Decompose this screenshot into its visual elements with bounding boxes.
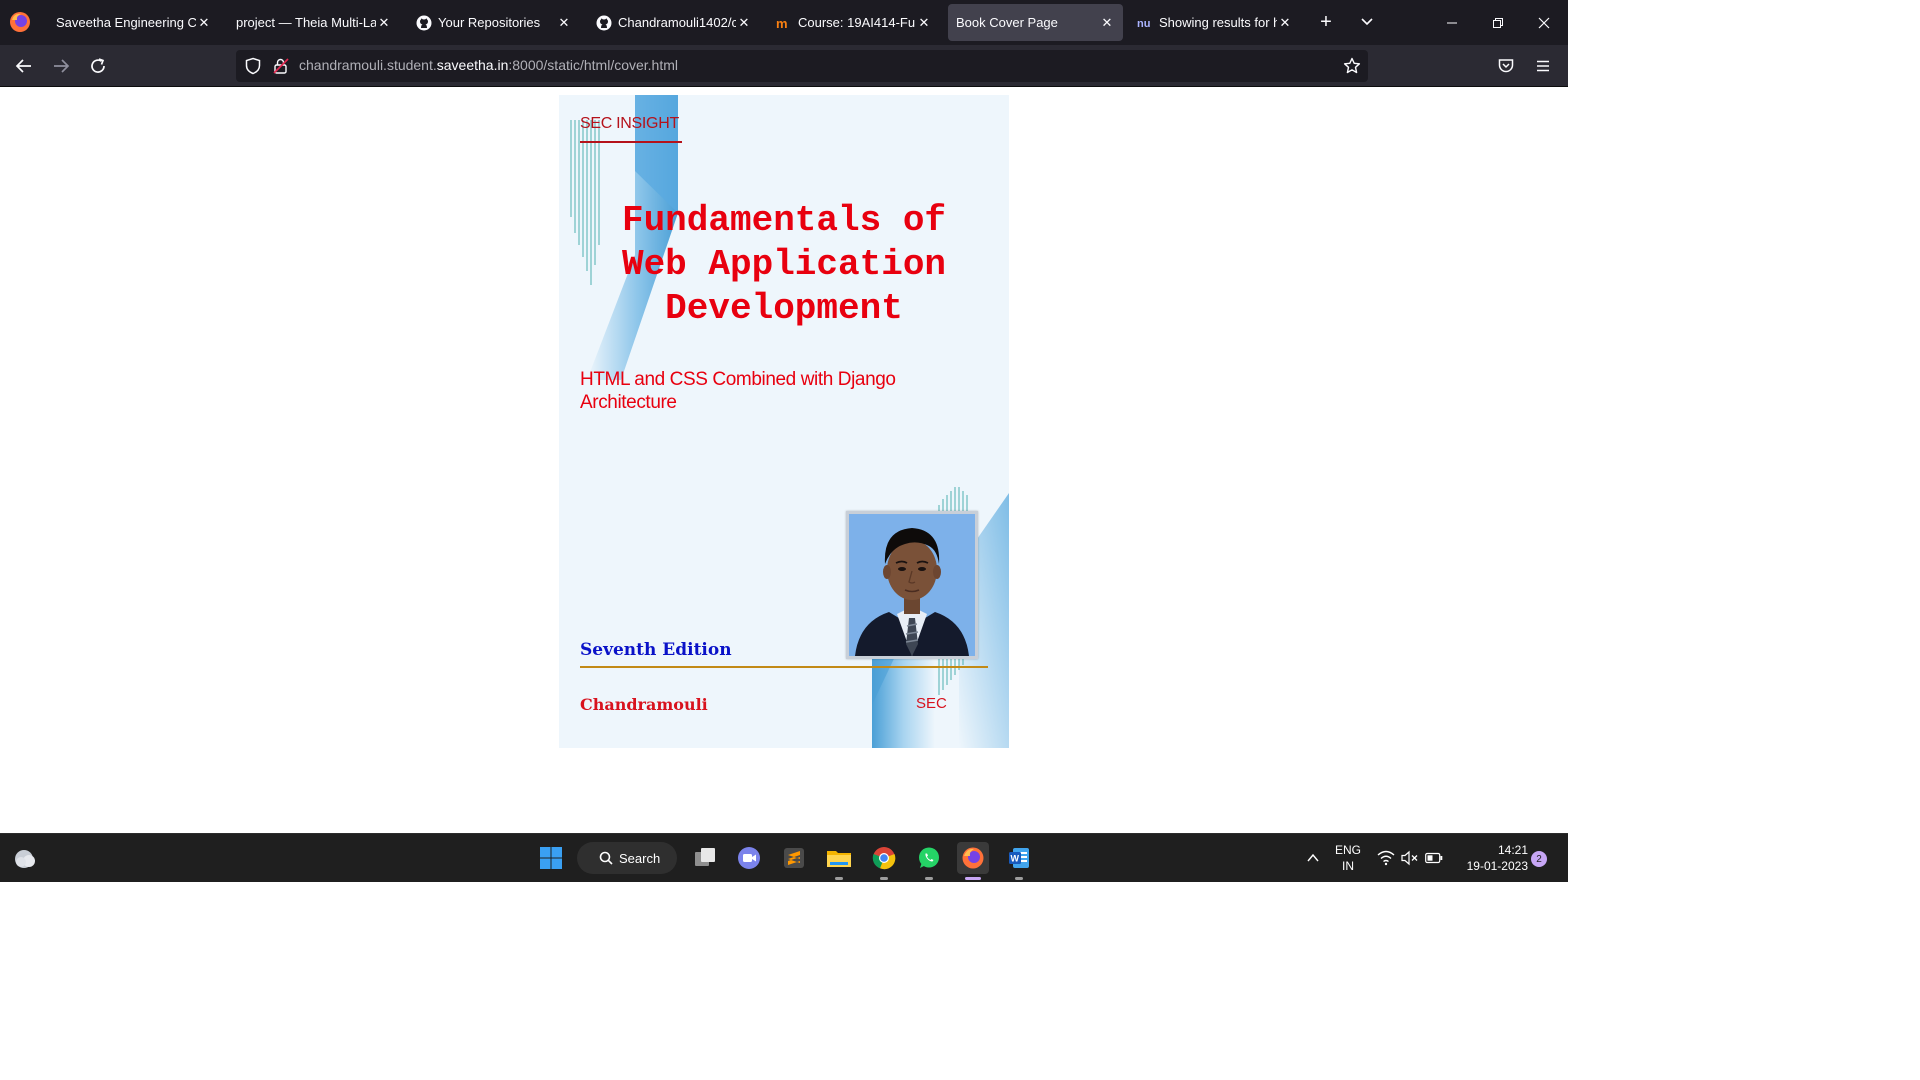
notification-badge[interactable]: 2	[1531, 851, 1547, 867]
title-line-3: Development	[665, 288, 903, 329]
tab-search-results[interactable]: nu Showing results for htt ✕	[1129, 4, 1301, 41]
close-tab-icon[interactable]: ✕	[736, 15, 752, 31]
clock[interactable]: 14:21 19-01-2023	[1452, 842, 1528, 874]
clock-time: 14:21	[1497, 843, 1528, 857]
page-viewport: SEC INSIGHT Fundamentals of Web Applicat…	[0, 87, 1568, 833]
author-name: Chandramouli	[580, 695, 708, 714]
url-prefix: chandramouli.student.	[299, 57, 437, 73]
tab-github-repo[interactable]: Chandramouli1402/co ✕	[588, 4, 760, 41]
language-code: ENG	[1334, 843, 1361, 857]
url-text[interactable]: chandramouli.student.saveetha.in:8000/st…	[299, 57, 678, 73]
edition-label: Seventh Edition	[580, 640, 732, 660]
svg-text:nu: nu	[1137, 18, 1150, 30]
cover-brand: SEC INSIGHT	[580, 115, 679, 132]
firefox-menu-icon[interactable]	[8, 10, 32, 34]
author-portrait-image	[849, 514, 975, 656]
tab-title: project — Theia Multi-Lan	[236, 15, 376, 30]
search-engine-icon: nu	[1137, 15, 1153, 31]
back-icon[interactable]	[10, 52, 38, 80]
close-tab-icon[interactable]: ✕	[196, 15, 212, 31]
weather-widget-icon[interactable]	[8, 842, 40, 874]
windows-taskbar: Search W ENG IN 14:21 19-01-2023 2	[0, 833, 1568, 882]
word-icon[interactable]: W	[1003, 842, 1035, 880]
minimize-icon[interactable]	[1429, 0, 1475, 45]
book-subtitle: HTML and CSS Combined with Django Archit…	[580, 369, 896, 413]
close-tab-icon[interactable]: ✕	[1099, 15, 1115, 31]
book-cover: SEC INSIGHT Fundamentals of Web Applicat…	[559, 95, 1009, 748]
app-menu-icon[interactable]	[1529, 52, 1557, 80]
battery-icon[interactable]	[1418, 842, 1450, 874]
region-code: IN	[1342, 859, 1354, 873]
tab-your-repositories[interactable]: Your Repositories ✕	[408, 4, 580, 41]
forward-icon[interactable]	[47, 52, 75, 80]
clock-date: 19-01-2023	[1466, 859, 1528, 873]
running-indicator	[925, 877, 933, 880]
language-indicator[interactable]: ENG IN	[1330, 842, 1366, 874]
svg-text:m: m	[776, 16, 788, 31]
close-window-icon[interactable]	[1521, 0, 1567, 45]
edition-rule	[580, 666, 988, 668]
github-icon	[416, 15, 432, 31]
url-suffix: :8000/static/html/cover.html	[508, 57, 679, 73]
show-hidden-icons-chevron-icon[interactable]	[1297, 842, 1329, 874]
taskbar-search-box[interactable]: Search	[577, 842, 677, 874]
firefox-icon[interactable]	[957, 842, 989, 880]
tab-title: Saveetha Engineering Colle	[56, 15, 196, 30]
sublime-text-icon[interactable]	[778, 842, 810, 874]
restore-icon[interactable]	[1475, 0, 1521, 45]
author-photo	[846, 511, 978, 659]
chrome-icon[interactable]	[868, 842, 900, 880]
brand-underline	[580, 141, 682, 143]
list-all-tabs-icon[interactable]	[1353, 8, 1381, 36]
tab-saveetha[interactable]: Saveetha Engineering Colle ✕	[48, 4, 220, 41]
tab-title: Chandramouli1402/co	[618, 15, 736, 30]
teams-chat-icon[interactable]	[733, 842, 765, 874]
tab-theia[interactable]: project — Theia Multi-Lan ✕	[228, 4, 400, 41]
book-title: Fundamentals of Web Application Developm…	[589, 199, 979, 331]
browser-navigation-bar: chandramouli.student.saveetha.in:8000/st…	[0, 45, 1568, 87]
moodle-icon: m	[776, 15, 792, 31]
svg-text:W: W	[1011, 854, 1020, 864]
github-icon	[596, 15, 612, 31]
running-indicator	[835, 877, 843, 880]
search-icon	[599, 851, 613, 865]
title-line-1: Fundamentals of	[621, 200, 947, 241]
bookmark-star-icon[interactable]	[1343, 57, 1361, 75]
search-label: Search	[619, 850, 661, 866]
tracking-protection-shield-icon[interactable]	[244, 57, 262, 75]
active-indicator	[965, 877, 981, 880]
url-domain: saveetha.in	[436, 57, 509, 73]
tab-title: Your Repositories	[438, 15, 541, 30]
reload-icon[interactable]	[84, 52, 112, 80]
task-view-icon[interactable]	[689, 842, 721, 874]
tab-title: Course: 19AI414-Funda	[798, 15, 916, 30]
tab-title: Showing results for htt	[1159, 15, 1277, 30]
close-tab-icon[interactable]: ✕	[376, 15, 392, 31]
running-indicator	[1015, 877, 1023, 880]
title-line-2: Web Application	[621, 244, 947, 285]
running-indicator	[880, 877, 888, 880]
close-tab-icon[interactable]: ✕	[916, 15, 932, 31]
whatsapp-icon[interactable]	[913, 842, 945, 880]
close-tab-icon[interactable]: ✕	[556, 15, 572, 31]
tab-title: Book Cover Page	[956, 15, 1058, 30]
windows-start-icon[interactable]	[535, 842, 567, 874]
tab-course[interactable]: m Course: 19AI414-Funda ✕	[768, 4, 940, 41]
file-explorer-icon[interactable]	[823, 842, 855, 880]
tab-book-cover-page[interactable]: Book Cover Page ✕	[948, 4, 1123, 41]
insecure-lock-icon[interactable]	[272, 57, 290, 75]
address-bar[interactable]: chandramouli.student.saveetha.in:8000/st…	[236, 50, 1368, 82]
new-tab-icon[interactable]: +	[1312, 8, 1340, 36]
publisher-name: SEC	[916, 695, 947, 712]
close-tab-icon[interactable]: ✕	[1277, 15, 1293, 31]
browser-tab-strip: Saveetha Engineering Colle ✕ project — T…	[0, 0, 1568, 45]
pocket-icon[interactable]	[1492, 52, 1520, 80]
